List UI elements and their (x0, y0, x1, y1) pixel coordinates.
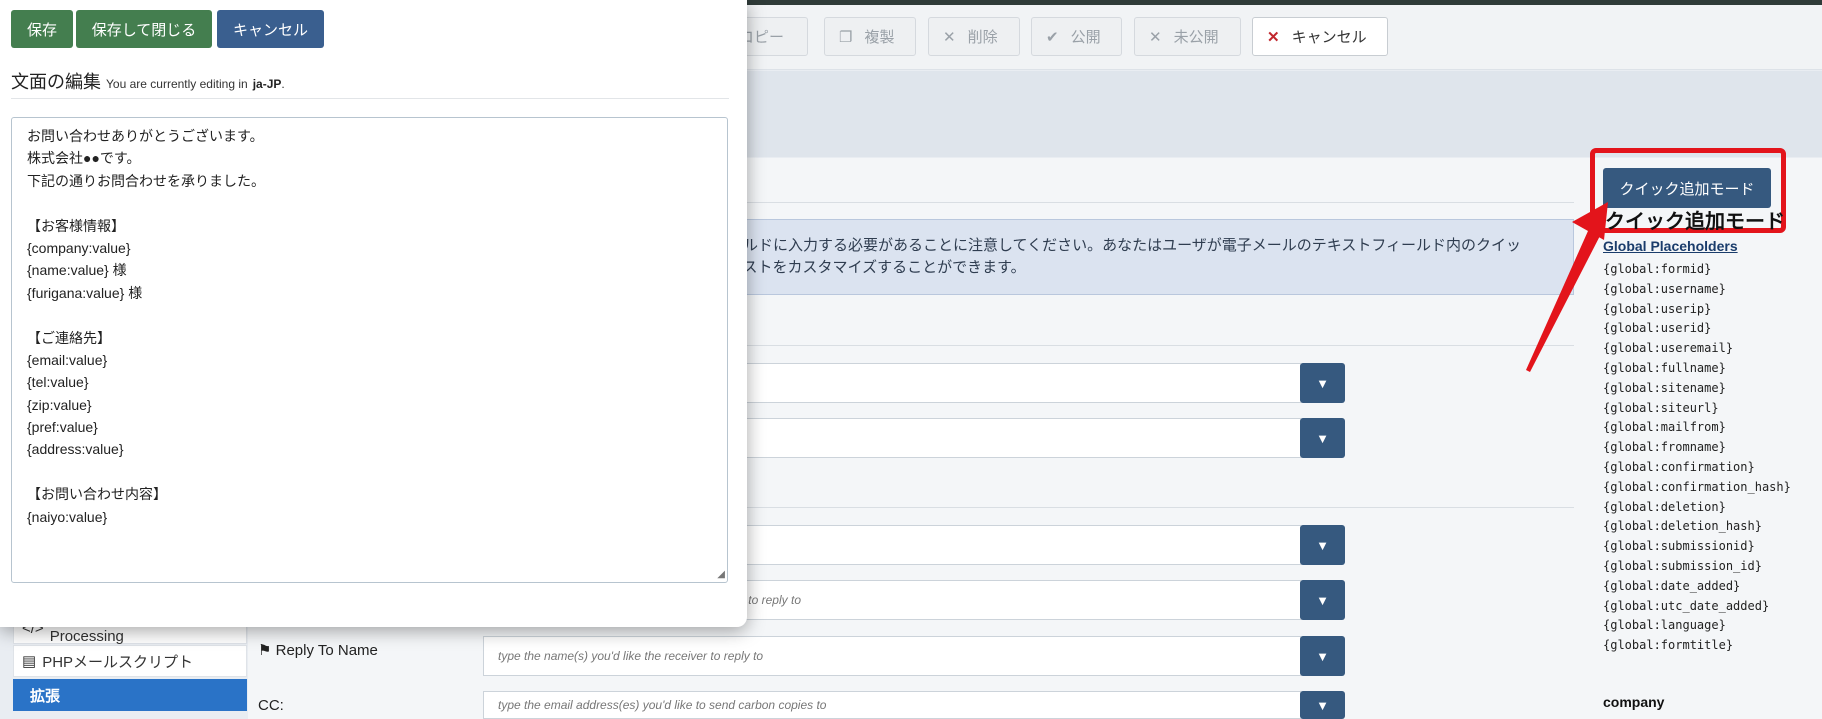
info-alert: ィールドに入力する必要があることに注意してください。あなたはユーザが電子メールの… (700, 219, 1574, 295)
text-line: 株式会社●●です。 (27, 150, 141, 167)
placeholder-item[interactable]: {global:mailfrom} (1603, 418, 1791, 438)
modal-title: 文面の編集 You are currently editing in ja-JP… (11, 72, 285, 92)
divider (700, 345, 1574, 346)
chevron-down-icon: ▼ (1316, 375, 1329, 391)
placeholder-item[interactable]: {global:fromname} (1603, 438, 1791, 458)
text-line: 【ご連絡先】 (27, 329, 111, 346)
flag-icon: ⚑ (258, 642, 272, 659)
modal-cancel-button[interactable]: キャンセル (217, 10, 324, 48)
text-line: {pref:value} (27, 419, 98, 436)
x-icon: ✕ (1149, 28, 1162, 46)
placeholder-item[interactable]: {global:username} (1603, 280, 1791, 300)
placeholder-item[interactable]: {global:fullname} (1603, 359, 1791, 379)
chevron-down-icon: ▼ (1316, 592, 1329, 608)
cc-input[interactable]: type the email address(es) you'd like to… (483, 691, 1301, 719)
message-textarea[interactable]: お問い合わせありがとうございます。 株式会社●●です。 下記の通りお問合わせを承… (11, 117, 728, 583)
duplicate-button[interactable]: ❐ 複製 (824, 17, 916, 56)
nav-extend[interactable]: 拡張 (13, 679, 247, 711)
text-line: {company:value} (27, 239, 131, 256)
dropdown-button[interactable]: ▼ (1300, 418, 1345, 458)
placeholder-item[interactable]: {global:deletion} (1603, 498, 1791, 518)
check-icon: ✔ (1046, 28, 1059, 46)
text-line: {tel:value} (27, 374, 89, 391)
placeholder-item[interactable]: {global:date_added} (1603, 577, 1791, 597)
modal-divider (11, 98, 729, 99)
reply-to-name-label: ⚑ Reply To Name (258, 642, 378, 659)
x-icon: ✕ (1267, 28, 1280, 46)
chevron-down-icon: ▼ (1316, 430, 1329, 446)
resize-handle-icon[interactable]: ◢ (717, 569, 725, 580)
text-line (27, 304, 712, 326)
placeholder-item[interactable]: {global:userip} (1603, 300, 1791, 320)
placeholder-item[interactable]: {global:submission_id} (1603, 557, 1791, 577)
text-line: {address:value} (27, 441, 124, 458)
placeholder-item[interactable]: {global:deletion_hash} (1603, 517, 1791, 537)
divider (700, 202, 1574, 203)
cc-label: CC: (258, 697, 284, 714)
dropdown-button[interactable]: ▼ (1300, 525, 1345, 565)
text-line: お問い合わせありがとうございます。 (27, 128, 264, 144)
global-placeholders-title[interactable]: Global Placeholders (1603, 238, 1738, 254)
file-code-icon: ▤ (22, 653, 37, 670)
save-button[interactable]: 保存 (11, 10, 73, 48)
chevron-down-icon: ▼ (1316, 648, 1329, 664)
annotation-arrow-icon (1526, 202, 1608, 372)
x-icon: ✕ (943, 28, 956, 46)
placeholder-item[interactable]: {global:formid} (1603, 260, 1791, 280)
unpublish-button[interactable]: ✕ 未公開 (1134, 17, 1241, 56)
dropdown-button[interactable]: ▼ (1300, 363, 1345, 403)
cancel-button[interactable]: ✕ キャンセル (1252, 17, 1388, 56)
text-line: 【お客様情報】 (27, 217, 125, 234)
duplicate-icon: ❐ (839, 28, 853, 46)
text-line (27, 192, 712, 214)
placeholder-list: {global:formid} {global:username} {globa… (1603, 260, 1791, 656)
divider (700, 507, 1574, 508)
chevron-down-icon: ▼ (1316, 537, 1329, 553)
text-line (27, 461, 712, 483)
dropdown-button[interactable]: ▼ (1300, 636, 1345, 676)
placeholder-item[interactable]: {global:submissionid} (1603, 537, 1791, 557)
placeholder-item[interactable]: {global:useremail} (1603, 339, 1791, 359)
placeholder-item[interactable]: {global:language} (1603, 616, 1791, 636)
publish-button[interactable]: ✔ 公開 (1031, 17, 1122, 56)
text-line: {furigana:value} 様 (27, 284, 143, 301)
edit-text-modal: 保存 保存して閉じる キャンセル 文面の編集 You are currently… (0, 0, 747, 627)
save-close-button[interactable]: 保存して閉じる (76, 10, 212, 48)
placeholder-item[interactable]: {global:utc_date_added} (1603, 597, 1791, 617)
text-line: 下記の通りお問合わせを承りました。 (27, 172, 265, 189)
dropdown-button[interactable]: ▼ (1300, 580, 1345, 620)
field-heading: company (1603, 694, 1665, 710)
text-line: {email:value} (27, 351, 108, 368)
quick-add-title: クイック追加モード (1605, 211, 1785, 233)
placeholder-item[interactable]: {global:confirmation_hash} (1603, 478, 1791, 498)
placeholder-item[interactable]: {global:sitename} (1603, 379, 1791, 399)
delete-button[interactable]: ✕ 削除 (928, 17, 1020, 56)
placeholder-item[interactable]: {global:confirmation} (1603, 458, 1791, 478)
placeholder-item[interactable]: {global:siteurl} (1603, 399, 1791, 419)
text-line: {naiyo:value} (27, 508, 108, 525)
placeholder-item[interactable]: {global:userid} (1603, 319, 1791, 339)
placeholder-item[interactable]: {global:formtitle} (1603, 636, 1791, 656)
chevron-down-icon: ▼ (1316, 697, 1329, 713)
text-line: 【お問い合わせ内容】 (27, 486, 167, 503)
text-line: {name:value} 様 (27, 262, 127, 279)
dropdown-button[interactable]: ▼ (1300, 691, 1345, 719)
nav-php-mail-script[interactable]: ▤ PHPメールスクリプト (13, 645, 247, 677)
reply-to-name-input[interactable]: type the name(s) you'd like the receiver… (483, 636, 1301, 676)
text-line: {zip:value} (27, 396, 92, 413)
